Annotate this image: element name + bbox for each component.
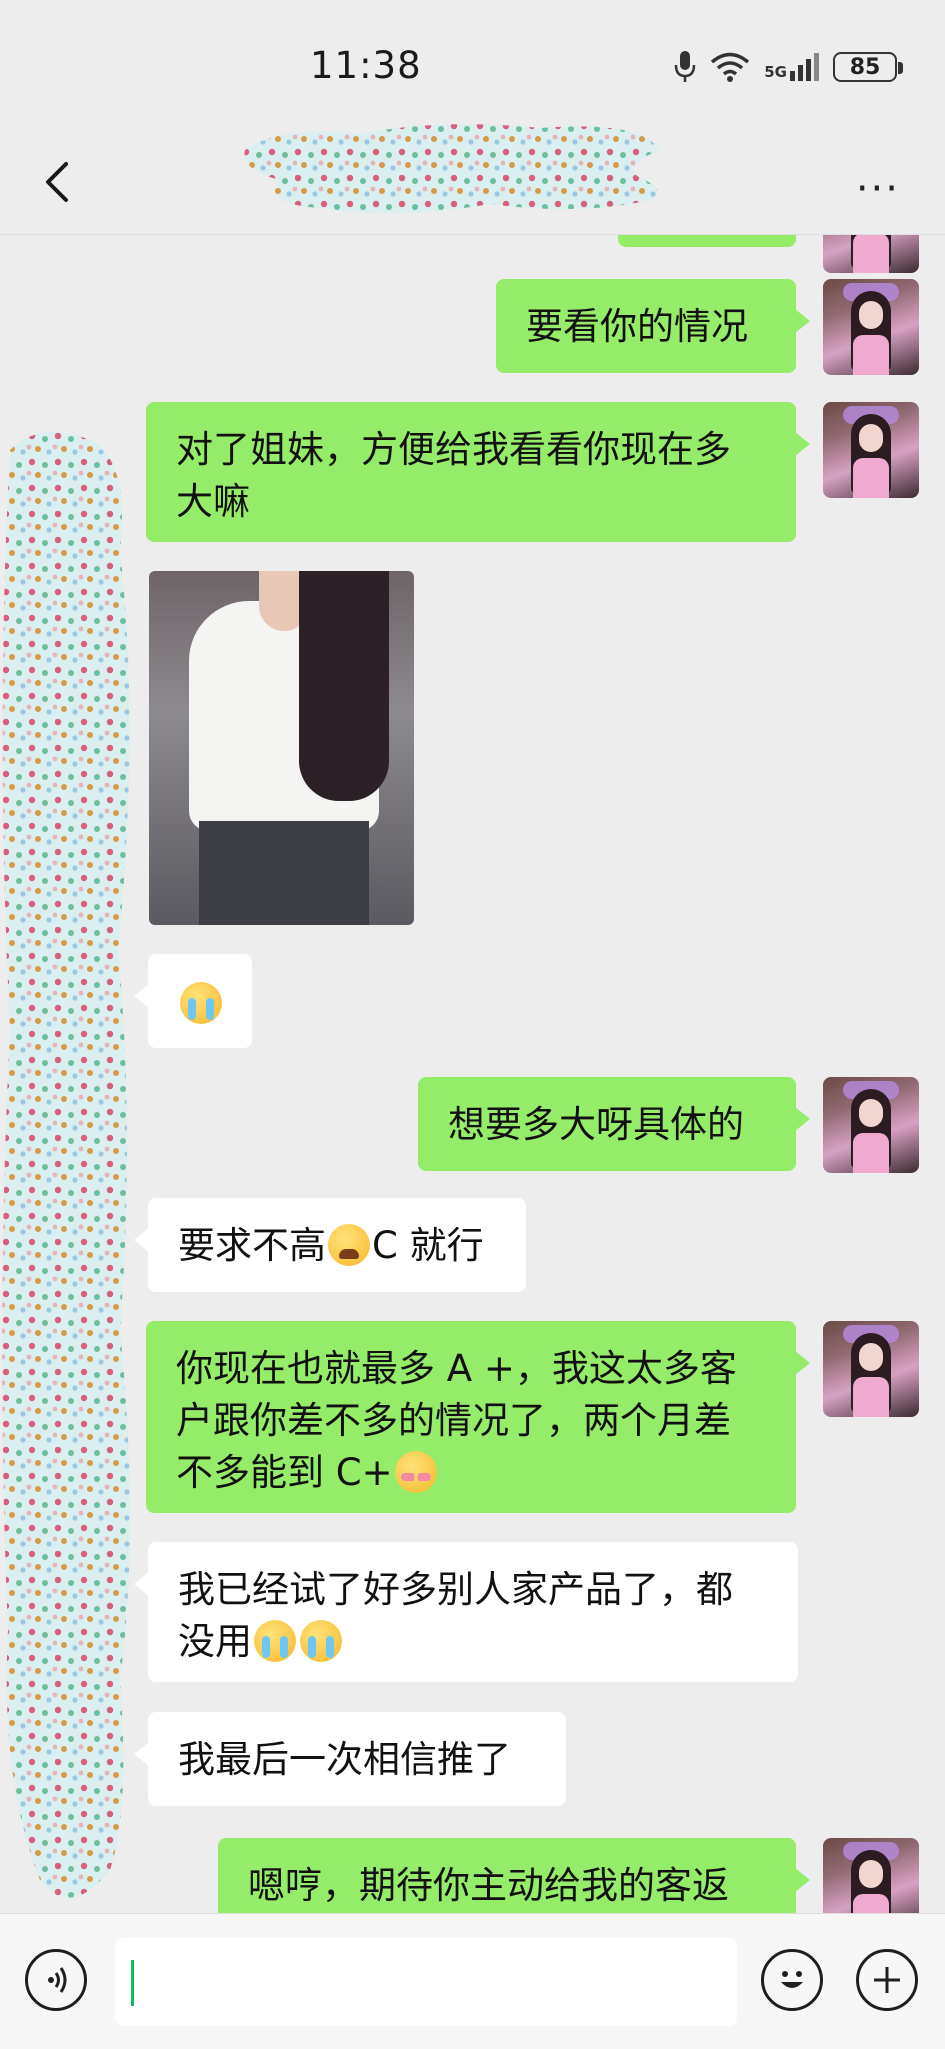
plus-icon [874,1967,900,1993]
my-avatar[interactable] [823,1321,919,1417]
redacted-contact-avatar-column [1,432,131,1898]
battery-level: 85 [849,54,881,80]
message-bubble-partial[interactable] [618,235,796,247]
message-text: 要求不高 [178,1224,326,1267]
message-bubble-theirs[interactable] [134,954,252,1048]
message-bubble-mine[interactable]: 要看你的情况 [496,279,810,373]
emoji-icon [781,1971,803,1988]
microphone-icon [675,51,696,82]
image-message[interactable] [149,571,414,925]
add-button[interactable] [856,1949,918,2011]
back-arrow-icon[interactable] [38,158,78,206]
message-text: 要看你的情况 [526,305,748,348]
shy-face-icon [394,1451,437,1493]
my-avatar[interactable] [823,402,919,498]
my-avatar[interactable] [823,1077,919,1173]
voice-input-button[interactable] [25,1949,87,2011]
wifi-icon [711,52,750,82]
crying-face-icon [300,1620,342,1662]
voice-icon [48,1967,67,1993]
message-bubble-mine[interactable]: 想要多大呀具体的 [418,1077,810,1171]
text-caret [131,1960,134,2006]
message-bubble-mine[interactable]: 你现在也就最多 A +，我这太多客户跟你差不多的情况了，两个月差不多能到 C+ [146,1321,810,1513]
message-bubble-mine[interactable]: 嗯哼，期待你主动给我的客返 [218,1838,810,1913]
message-text: 嗯哼，期待你主动给我的客返 [248,1864,729,1907]
network-type: 5G [764,63,787,81]
redacted-contact-name [244,124,660,214]
crying-face-icon [254,1620,296,1662]
battery-indicator: 85 [833,52,903,82]
crying-face-icon [180,982,222,1024]
emoji-button[interactable] [761,1949,823,2011]
tired-face-icon [328,1224,370,1266]
chat-message-list[interactable]: 要看你的情况 对了姐妹，方便给我看看你现在多大嘛 想要多大呀具体的 要求不高 C … [0,235,945,1913]
message-bubble-theirs[interactable]: 我最后一次相信推了 [134,1712,566,1806]
message-text: 对了姐妹，方便给我看看你现在多大嘛 [176,428,731,523]
status-icons: 5G 85 [674,50,903,84]
message-text: 想要多大呀具体的 [448,1103,744,1146]
message-bubble-theirs[interactable]: 要求不高 C 就行 [134,1198,526,1292]
status-bar: 11:38 5G 85 [0,0,945,130]
my-avatar[interactable] [823,279,919,375]
my-avatar[interactable] [823,235,919,273]
message-text: 我最后一次相信推了 [178,1738,511,1781]
message-bubble-mine[interactable]: 对了姐妹，方便给我看看你现在多大嘛 [146,402,810,542]
my-avatar[interactable] [823,1838,919,1913]
message-input-bar [0,1913,945,2049]
message-bubble-theirs[interactable]: 我已经试了好多别人家产品了，都没用 [134,1542,798,1682]
message-input[interactable] [115,1938,737,2026]
status-time: 11:38 [310,44,422,87]
message-text: 你现在也就最多 A +，我这太多客户跟你差不多的情况了，两个月差不多能到 C+ [176,1347,737,1494]
more-options-button[interactable]: ··· [856,166,900,212]
message-text: C 就行 [372,1224,484,1267]
cellular-signal-icon: 5G [764,53,819,81]
